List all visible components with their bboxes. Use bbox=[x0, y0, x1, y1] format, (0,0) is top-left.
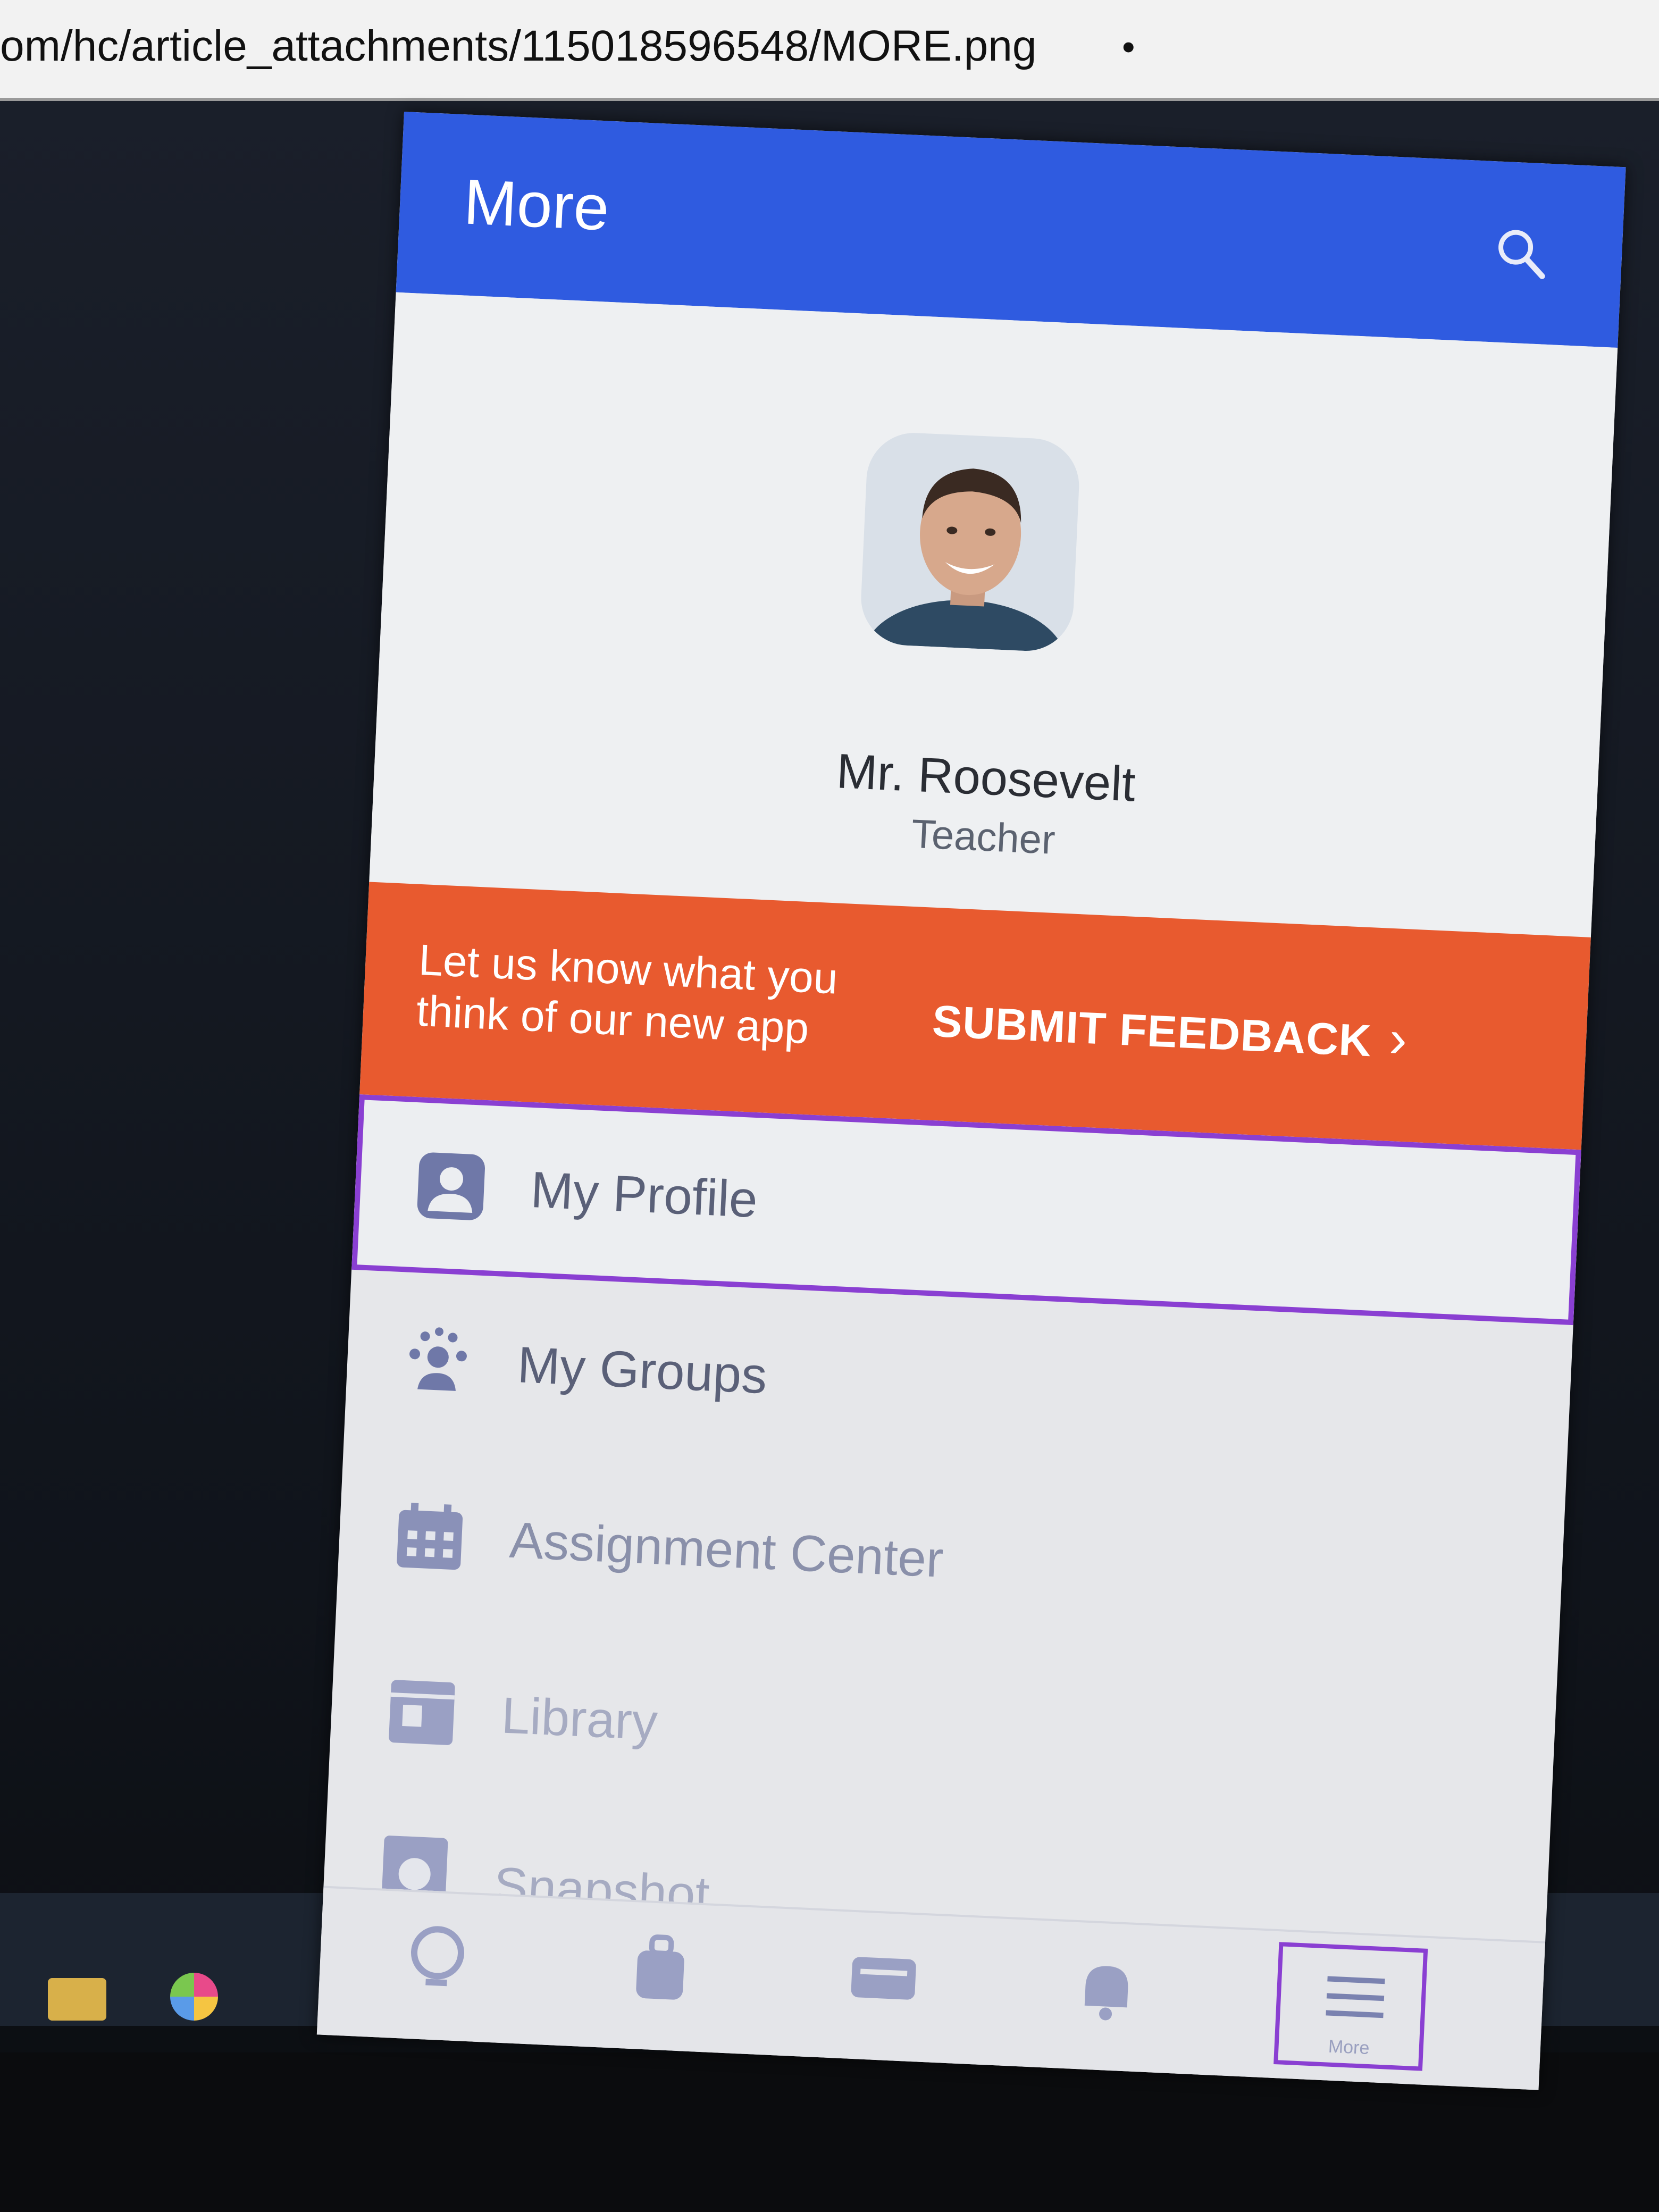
url-text: om/hc/article_attachments/115018596548/M… bbox=[0, 22, 1037, 70]
library-icon bbox=[383, 1673, 460, 1751]
groups-icon bbox=[399, 1322, 476, 1400]
globe-icon bbox=[410, 1926, 464, 1987]
profile-icon bbox=[412, 1147, 490, 1225]
chevron-right-icon[interactable]: › bbox=[1388, 1008, 1408, 1070]
message-icon bbox=[851, 1957, 916, 2000]
menu-item-label: My Groups bbox=[516, 1336, 768, 1405]
folder-icon[interactable] bbox=[48, 1978, 106, 2021]
calendar-icon bbox=[391, 1498, 468, 1576]
nav-tab-messages[interactable] bbox=[827, 1932, 939, 2043]
nav-tab-notifications[interactable] bbox=[1051, 1942, 1162, 2054]
hamburger-menu-icon bbox=[1326, 1976, 1385, 2018]
bell-icon bbox=[1084, 1966, 1128, 2021]
nav-tab-backpack[interactable] bbox=[605, 1922, 716, 2033]
nav-label-more: More bbox=[1328, 2036, 1370, 2059]
search-icon[interactable] bbox=[1493, 225, 1548, 280]
nav-label bbox=[828, 2033, 934, 2038]
nav-label bbox=[1051, 2043, 1157, 2048]
nav-tab-more[interactable]: More bbox=[1273, 1942, 1428, 2071]
chrome-icon[interactable] bbox=[170, 1973, 218, 2021]
browser-url-bar[interactable]: om/hc/article_attachments/115018596548/M… bbox=[0, 0, 1659, 101]
profile-header: Mr. Roosevelt Teacher bbox=[369, 292, 1618, 937]
feedback-message: Let us know what you think of our new ap… bbox=[415, 935, 839, 1053]
backpack-icon bbox=[636, 1934, 684, 2000]
nav-label bbox=[605, 2023, 711, 2028]
nav-tab-globe[interactable] bbox=[381, 1912, 492, 2023]
more-menu: My Profile My Groups Assignment Center L… bbox=[323, 1094, 1581, 1941]
submit-feedback-button[interactable]: SUBMIT FEEDBACK bbox=[931, 995, 1373, 1067]
menu-item-label: Library bbox=[500, 1687, 659, 1751]
url-dot: • bbox=[1122, 26, 1135, 68]
menu-item-label: My Profile bbox=[529, 1161, 759, 1229]
avatar[interactable] bbox=[859, 431, 1082, 653]
page-title: More bbox=[462, 166, 611, 244]
nav-label bbox=[382, 2013, 488, 2018]
menu-item-label: Assignment Center bbox=[508, 1511, 945, 1588]
phone-screen: More Mr. Roosevelt Teacher Let us know w… bbox=[316, 112, 1626, 2090]
